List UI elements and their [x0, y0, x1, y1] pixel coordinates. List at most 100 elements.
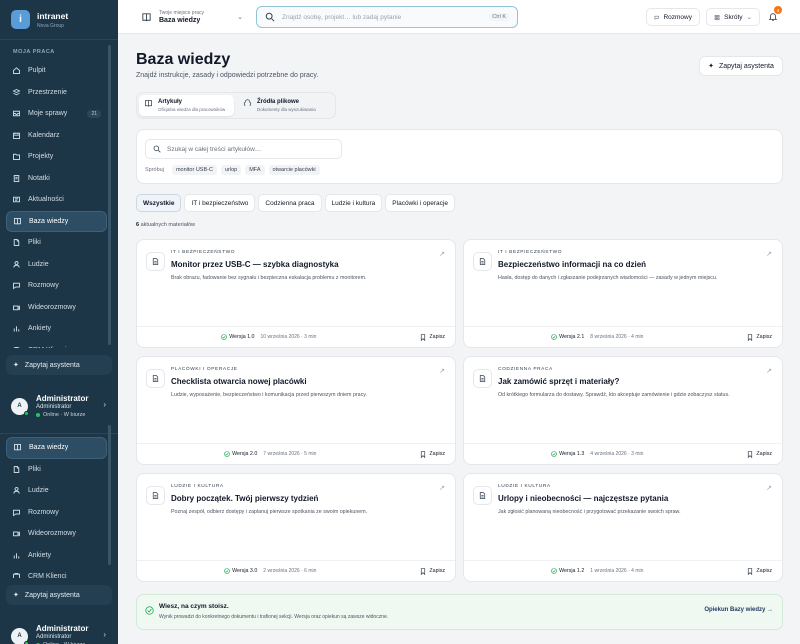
sidebar-item-ankiety[interactable]: Ankiety — [6, 545, 107, 567]
sidebar-item-baza-wiedzy[interactable]: Baza wiedzy — [6, 210, 107, 232]
sidebar-item-rozmowy[interactable]: Rozmowy — [6, 275, 107, 297]
save-button[interactable]: Zapisz — [747, 450, 772, 458]
save-button[interactable]: Zapisz — [420, 567, 445, 575]
chat-icon — [654, 15, 659, 20]
article-search-placeholder: Szukaj w całej treści artykułów… — [167, 145, 262, 153]
sidebar-item-pliki[interactable]: Pliki — [6, 459, 107, 481]
bookmark-icon — [748, 333, 753, 341]
sidebar-item-ludzie[interactable]: Ludzie — [6, 480, 107, 502]
article-card[interactable]: LUDZIE I KULTURA Urlopy i nieobecności — … — [463, 473, 783, 582]
chevron-down-icon: ⌄ — [746, 14, 752, 21]
filter-codzienna-praca[interactable]: Codzienna praca — [258, 194, 322, 212]
article-card[interactable]: IT I BEZPIECZEŃSTWO Bezpieczeństwo inform… — [463, 239, 783, 348]
conversations-button[interactable]: Rozmowy — [646, 8, 700, 26]
article-card[interactable]: LUDZIE I KULTURA Dobry początek. Twój pie… — [136, 473, 456, 582]
article-version: Wersja 3.0 — [224, 568, 257, 574]
sidebar-item-ankiety[interactable]: Ankiety — [6, 318, 107, 340]
external-arrow-icon[interactable]: ↗ — [439, 250, 445, 258]
kb-owner-link[interactable]: Opiekun Bazy wiedzy → — [704, 607, 773, 613]
book-icon — [13, 443, 22, 452]
article-category: IT I BEZPIECZEŃSTWO — [498, 250, 563, 255]
user-panel-2[interactable]: A Administrator Administrator Online · W… — [0, 616, 118, 644]
search-placeholder: Znajdź osobę, projekt… lub zadaj pytanie — [282, 13, 402, 21]
suggestion-chip[interactable]: urlop — [220, 165, 242, 175]
sidebar-item-notatki[interactable]: Notatki — [6, 168, 107, 190]
sidebar-item-wideorozmowy[interactable]: Wideorozmowy — [6, 523, 107, 545]
sidebar-item-przestrzenie[interactable]: Przestrzenie — [6, 82, 107, 104]
search-icon — [265, 12, 275, 22]
article-title[interactable]: Monitor przez USB-C — szybka diagnostyka — [171, 260, 339, 269]
article-description: Hasła, dostęp do danych i zgłaszanie pod… — [498, 275, 718, 281]
suggestion-chip[interactable]: monitor USB-C — [171, 165, 217, 175]
save-button[interactable]: Zapisz — [747, 333, 772, 341]
article-card[interactable]: PLACÓWKI I OPERACJE Checklista otwarcia n… — [136, 356, 456, 465]
external-arrow-icon[interactable]: ↗ — [766, 250, 772, 258]
sidebar-item-label: Przestrzenie — [28, 88, 67, 96]
video-icon — [12, 303, 21, 312]
tab-file-sources[interactable]: Źródła plikowe Dokumenty dla wyszukiwani… — [238, 95, 333, 116]
tab-title: Artykuły — [158, 99, 183, 105]
sidebar-item-label: Pliki — [28, 465, 41, 473]
sparkle-icon: ✦ — [13, 592, 19, 599]
external-arrow-icon[interactable]: ↗ — [439, 484, 445, 492]
sidebar-item-kalendarz[interactable]: Kalendarz — [6, 125, 107, 147]
sidebar-item-pliki[interactable]: Pliki — [6, 232, 107, 254]
external-arrow-icon[interactable]: ↗ — [766, 367, 772, 375]
external-arrow-icon[interactable]: ↗ — [439, 367, 445, 375]
suggestion-chip[interactable]: otwarcie placówki — [268, 165, 320, 175]
notifications-button[interactable]: 4 — [764, 6, 782, 26]
tab-articles[interactable]: Artykuły Oficjalna wiedza dla pracownikó… — [139, 95, 234, 116]
article-card[interactable]: IT I BEZPIECZEŃSTWO Monitor przez USB-C —… — [136, 239, 456, 348]
sidebar-item-moje-sprawy[interactable]: Moje sprawy 21 — [6, 103, 107, 125]
assistant-button-2[interactable]: ✦ Zapytaj asystenta — [6, 585, 112, 605]
global-search[interactable]: Znajdź osobę, projekt… lub zadaj pytanie… — [256, 6, 518, 28]
sidebar-item-crm-klienci[interactable]: CRM Klienci — [6, 340, 107, 348]
save-button[interactable]: Zapisz — [420, 450, 445, 458]
workspace-switcher[interactable]: Twoje miejsce pracy Baza wiedzy ⌄ — [141, 7, 245, 27]
sidebar-nav-top: Pulpit Przestrzenie Moje sprawy 21 Kalendarz… — [0, 60, 118, 348]
article-title[interactable]: Checklista otwarcia nowej placówki — [171, 377, 307, 386]
sidebar-scrollbar-2[interactable] — [108, 425, 111, 565]
sidebar-item-aktualności[interactable]: Aktualności — [6, 189, 107, 211]
save-button[interactable]: Zapisz — [420, 333, 445, 341]
sidebar-item-projekty[interactable]: Projekty — [6, 146, 107, 168]
article-title[interactable]: Dobry początek. Twój pierwszy tydzień — [171, 494, 318, 503]
ask-assistant-button[interactable]: ✦ Zapytaj asystenta — [699, 56, 783, 76]
sidebar-item-label: Pulpit — [28, 67, 46, 75]
document-icon — [146, 369, 165, 388]
article-version: Wersja 1.3 — [551, 451, 584, 457]
chart-icon — [12, 324, 21, 333]
verified-icon — [224, 451, 230, 457]
sidebar-item-rozmowy[interactable]: Rozmowy — [6, 502, 107, 524]
filter-placówki-i-operacje[interactable]: Placówki i operacje — [385, 194, 455, 212]
shortcuts-button[interactable]: Skróty ⌄ — [706, 8, 760, 26]
filter-it-i-bezpieczeństwo[interactable]: IT i bezpieczeństwo — [184, 194, 256, 212]
sidebar-item-pulpit[interactable]: Pulpit — [6, 60, 107, 82]
article-title[interactable]: Urlopy i nieobecności — najczęstsze pyta… — [498, 494, 668, 503]
brand[interactable]: i intranet Nova Group — [0, 0, 118, 40]
brand-logo: i — [11, 10, 30, 29]
sidebar-item-baza-wiedzy[interactable]: Baza wiedzy — [6, 437, 107, 459]
sidebar-scrollbar[interactable] — [108, 45, 111, 345]
external-arrow-icon[interactable]: ↗ — [766, 484, 772, 492]
assistant-button[interactable]: ✦ Zapytaj asystenta — [6, 355, 112, 375]
article-category: IT I BEZPIECZEŃSTWO — [171, 250, 236, 255]
suggestion-chip[interactable]: MFA — [245, 165, 265, 175]
sidebar-item-label: Notatki — [28, 174, 50, 182]
filter-ludzie-i-kultura[interactable]: Ludzie i kultura — [324, 194, 383, 212]
filter-wszystkie[interactable]: Wszystkie — [136, 194, 182, 212]
folder-icon — [12, 152, 21, 161]
calendar-icon — [12, 131, 21, 140]
verified-icon — [551, 334, 557, 340]
sidebar-item-wideorozmowy[interactable]: Wideorozmowy — [6, 297, 107, 319]
sidebar-item-ludzie[interactable]: Ludzie — [6, 254, 107, 276]
article-title[interactable]: Jak zamówić sprzęt i materiały? — [498, 377, 619, 386]
sidebar-item-label: Projekty — [28, 153, 54, 161]
sidebar-item-crm-klienci[interactable]: CRM Klienci — [6, 566, 107, 578]
user-panel[interactable]: A Administrator Administrator Online · W… — [0, 386, 118, 426]
article-search-panel: Szukaj w całej treści artykułów… Spróbuj… — [136, 129, 783, 184]
article-card[interactable]: CODZIENNA PRACA Jak zamówić sprzęt i mate… — [463, 356, 783, 465]
article-search-input[interactable]: Szukaj w całej treści artykułów… — [145, 139, 342, 159]
article-title[interactable]: Bezpieczeństwo informacji na co dzień — [498, 260, 646, 269]
save-button[interactable]: Zapisz — [747, 567, 772, 575]
